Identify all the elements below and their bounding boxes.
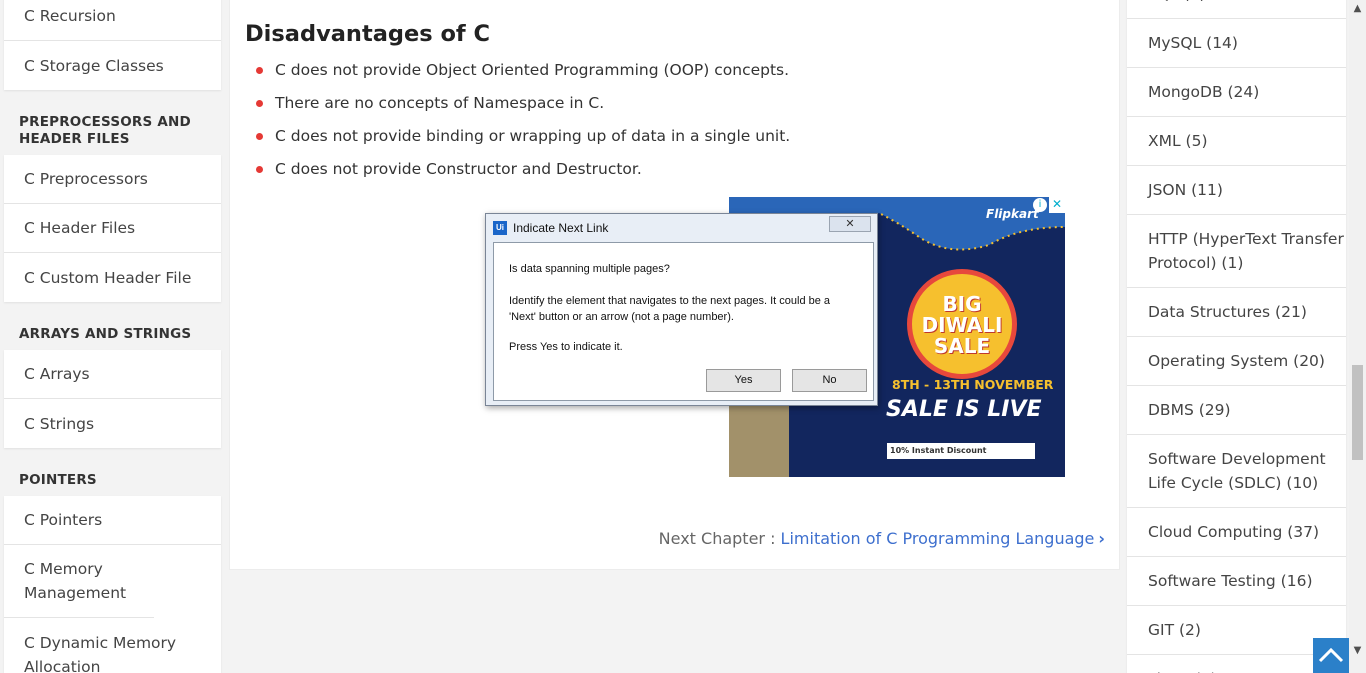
disadvantages-list: C does not provide Object Oriented Progr…: [256, 59, 790, 191]
next-chapter-label: Next Chapter :: [658, 529, 781, 548]
scroll-down-arrow-icon[interactable]: ▼: [1349, 642, 1366, 659]
yes-button[interactable]: Yes: [706, 369, 781, 392]
list-item: C does not provide binding or wrapping u…: [256, 125, 790, 158]
sidebar-group-preprocessors: C Preprocessors C Header Files C Custom …: [4, 155, 221, 302]
ad-close-icon[interactable]: ✕: [1049, 197, 1065, 213]
sidebar-item-arrays[interactable]: C Arrays: [4, 350, 221, 399]
dialog-question: Is data spanning multiple pages?: [509, 263, 670, 275]
no-button[interactable]: No: [792, 369, 867, 392]
ad-sale-badge: BIG DIWALI SALE: [907, 269, 1017, 379]
list-item: C does not provide Constructor and Destr…: [256, 158, 790, 191]
sidebar-item-sql[interactable]: SQL (9): [1127, 0, 1346, 19]
dialog-buttons: Yes No: [706, 369, 867, 392]
dialog-instruction: Press Yes to indicate it.: [509, 341, 623, 353]
dialog-close-button[interactable]: ✕: [829, 216, 871, 232]
sidebar-group-arrays: C Arrays C Strings: [4, 350, 221, 448]
sidebar-heading-pointers: POINTERS: [19, 472, 97, 488]
next-chapter: Next Chapter : Limitation of C Programmi…: [659, 529, 1105, 548]
dialog-title: Indicate Next Link: [513, 220, 609, 235]
sidebar-item-storage-classes[interactable]: C Storage Classes: [4, 41, 221, 90]
sidebar-item-strings[interactable]: C Strings: [4, 399, 221, 448]
sidebar-item-mongodb[interactable]: MongoDB (24): [1127, 68, 1346, 117]
sidebar-item-custom-header-file[interactable]: C Custom Header File: [4, 253, 221, 302]
sidebar-item-data-structures[interactable]: Data Structures (21): [1127, 288, 1346, 337]
scrollbar-thumb[interactable]: [1352, 365, 1363, 460]
next-chapter-link[interactable]: Limitation of C Programming Language: [781, 529, 1095, 548]
section-heading: Disadvantages of C: [245, 21, 491, 47]
sidebar-item-mysql[interactable]: MySQL (14): [1127, 19, 1346, 68]
list-item: There are no concepts of Namespace in C.: [256, 92, 790, 125]
ad-brand-logo: Flipkart: [986, 207, 1039, 221]
sidebar-item-dynamic-memory[interactable]: C Dynamic Memory Allocation: [4, 618, 221, 673]
sidebar-item-recursion[interactable]: C Recursion: [4, 0, 221, 41]
chevron-up-icon: [1318, 647, 1344, 663]
dialog-body: Is data spanning multiple pages? Identif…: [493, 242, 874, 401]
page-scrollbar[interactable]: ▲ ▼: [1349, 0, 1366, 673]
ad-badge-text: BIG DIWALI SALE: [921, 292, 1003, 358]
sidebar-item-http[interactable]: HTTP (HyperText Transfer Protocol) (1): [1127, 215, 1346, 288]
sidebar-heading-arrays: ARRAYS AND STRINGS: [19, 326, 192, 342]
list-item: C does not provide Object Oriented Progr…: [256, 59, 790, 92]
sidebar-item-pointers[interactable]: C Pointers: [4, 496, 221, 545]
sidebar-item-software-testing[interactable]: Software Testing (16): [1127, 557, 1346, 606]
ad-offer-strip: 10% Instant Discount: [887, 443, 1035, 459]
sidebar-group-functions: C Recursion C Storage Classes: [4, 0, 221, 90]
sidebar-item-json[interactable]: JSON (11): [1127, 166, 1346, 215]
dialog-message: Identify the element that navigates to t…: [509, 295, 831, 323]
uipath-logo-icon: Ui: [493, 220, 507, 235]
sidebar-item-sdlc[interactable]: Software Development Life Cycle (SDLC) (…: [1127, 435, 1346, 508]
sidebar-item-memory-management[interactable]: C Memory Management: [4, 545, 154, 618]
indicate-next-link-dialog: Ui Indicate Next Link ✕ Is data spanning…: [485, 213, 878, 406]
sidebar-item-header-files[interactable]: C Header Files: [4, 204, 221, 253]
sidebar-item-xml[interactable]: XML (5): [1127, 117, 1346, 166]
sidebar-heading-preprocessors: PREPROCESSORS AND HEADER FILES: [19, 114, 191, 147]
sidebar-item-dbms[interactable]: DBMS (29): [1127, 386, 1346, 435]
sidebar-group-pointers: C Pointers C Memory Management C Dynamic…: [4, 496, 221, 673]
ad-headline: SALE IS LIVE: [886, 397, 1042, 422]
sidebar-item-preprocessors[interactable]: C Preprocessors: [4, 155, 221, 204]
right-sidebar: SQL (9) MySQL (14) MongoDB (24) XML (5) …: [1127, 0, 1346, 673]
chevron-right-icon[interactable]: ›: [1098, 529, 1105, 548]
sidebar-item-cloud-computing[interactable]: Cloud Computing (37): [1127, 508, 1346, 557]
back-to-top-button[interactable]: [1313, 638, 1349, 673]
sidebar-item-operating-system[interactable]: Operating System (20): [1127, 337, 1346, 386]
ad-info-icon[interactable]: i: [1033, 198, 1047, 212]
dialog-titlebar[interactable]: Ui Indicate Next Link: [486, 214, 877, 241]
ad-dates: 8TH - 13TH NOVEMBER: [892, 377, 1054, 392]
scroll-up-arrow-icon[interactable]: ▲: [1349, 0, 1366, 17]
left-sidebar: C Recursion C Storage Classes PREPROCESS…: [0, 0, 226, 673]
